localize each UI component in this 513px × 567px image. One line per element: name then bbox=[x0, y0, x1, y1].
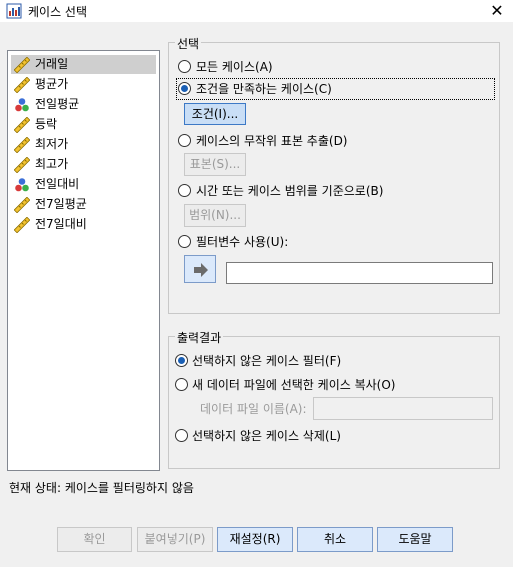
all-cases-label[interactable]: 모든 케이스(A) bbox=[196, 58, 273, 75]
filter-variable-field[interactable] bbox=[226, 262, 493, 284]
ruler-scale-icon bbox=[14, 137, 30, 153]
filter-out-radio[interactable] bbox=[175, 354, 188, 367]
ok-button[interactable]: 확인 bbox=[57, 527, 132, 552]
filter-variable-radio[interactable] bbox=[178, 235, 191, 248]
filter-out-label[interactable]: 선택하지 않은 케이스 필터(F) bbox=[192, 352, 341, 369]
nominal-balls-icon bbox=[15, 178, 29, 192]
if-button[interactable]: 조건(I)... bbox=[184, 103, 246, 125]
ruler-scale-icon bbox=[14, 117, 30, 133]
close-icon[interactable]: ✕ bbox=[486, 1, 508, 21]
copy-to-new-radio[interactable] bbox=[175, 378, 188, 391]
variable-item[interactable]: 최고가 bbox=[11, 155, 156, 174]
nominal-balls-icon bbox=[15, 98, 29, 112]
variable-label: 전7일대비 bbox=[35, 217, 87, 231]
random-sample-radio[interactable] bbox=[178, 134, 191, 147]
range-radio[interactable] bbox=[178, 184, 191, 197]
all-cases-radio[interactable] bbox=[178, 60, 191, 73]
if-condition-label[interactable]: 조건을 만족하는 케이스(C) bbox=[196, 80, 332, 97]
variable-item[interactable]: 등락 bbox=[11, 115, 156, 134]
variable-list[interactable]: 거래일 평균가 전일평균 등락 최저가 최고가 전일대비 전7일평균 전7일대비 bbox=[7, 50, 160, 471]
variable-item[interactable]: 평균가 bbox=[11, 75, 156, 94]
output-group-legend: 출력결과 bbox=[175, 329, 224, 346]
spss-app-icon bbox=[6, 3, 22, 19]
variable-label: 전일대비 bbox=[35, 177, 80, 191]
help-button[interactable]: 도움말 bbox=[377, 527, 453, 552]
variable-item[interactable]: 전7일대비 bbox=[11, 215, 156, 234]
variable-label: 거래일 bbox=[35, 57, 69, 71]
ruler-scale-icon bbox=[14, 157, 30, 173]
variable-item[interactable]: 최저가 bbox=[11, 135, 156, 154]
variable-label: 등락 bbox=[35, 117, 58, 131]
variable-item[interactable]: 전일평균 bbox=[11, 95, 156, 114]
filter-variable-label[interactable]: 필터변수 사용(U): bbox=[196, 233, 288, 250]
range-button[interactable]: 범위(N)... bbox=[184, 204, 246, 227]
status-text: 현재 상태: 케이스를 필터링하지 않음 bbox=[9, 481, 194, 495]
window-title: 케이스 선택 bbox=[28, 5, 88, 19]
variable-item[interactable]: 전일대비 bbox=[11, 175, 156, 194]
dataset-name-field[interactable] bbox=[313, 397, 493, 420]
cancel-button[interactable]: 취소 bbox=[297, 527, 373, 552]
variable-label: 전일평균 bbox=[35, 97, 80, 111]
variable-item[interactable]: 전7일평균 bbox=[11, 195, 156, 214]
arrow-right-icon bbox=[194, 263, 208, 277]
reset-button[interactable]: 재설정(R) bbox=[217, 527, 293, 552]
dataset-name-label: 데이터 파일 이름(A): bbox=[200, 402, 307, 416]
move-variable-button[interactable] bbox=[184, 255, 216, 283]
delete-unselected-label[interactable]: 선택하지 않은 케이스 삭제(L) bbox=[192, 427, 341, 444]
range-label[interactable]: 시간 또는 케이스 범위를 기준으로(B) bbox=[196, 182, 383, 199]
ruler-scale-icon bbox=[14, 197, 30, 213]
select-group-legend: 선택 bbox=[175, 35, 202, 52]
sample-button[interactable]: 표본(S)... bbox=[184, 153, 246, 176]
if-condition-radio[interactable] bbox=[178, 82, 191, 95]
variable-label: 최저가 bbox=[35, 137, 69, 151]
random-sample-label[interactable]: 케이스의 무작위 표본 추출(D) bbox=[196, 132, 348, 149]
paste-button[interactable]: 붙여넣기(P) bbox=[137, 527, 213, 552]
ruler-scale-icon bbox=[14, 77, 30, 93]
variable-label: 전7일평균 bbox=[35, 197, 87, 211]
copy-to-new-label[interactable]: 새 데이터 파일에 선택한 케이스 복사(O) bbox=[192, 376, 395, 393]
variable-label: 평균가 bbox=[35, 77, 69, 91]
variable-item[interactable]: 거래일 bbox=[11, 55, 156, 74]
delete-unselected-radio[interactable] bbox=[175, 429, 188, 442]
ruler-scale-icon bbox=[14, 57, 30, 73]
title-bar: 케이스 선택 ✕ bbox=[0, 0, 513, 22]
variable-label: 최고가 bbox=[35, 157, 69, 171]
ruler-scale-icon bbox=[14, 217, 30, 233]
